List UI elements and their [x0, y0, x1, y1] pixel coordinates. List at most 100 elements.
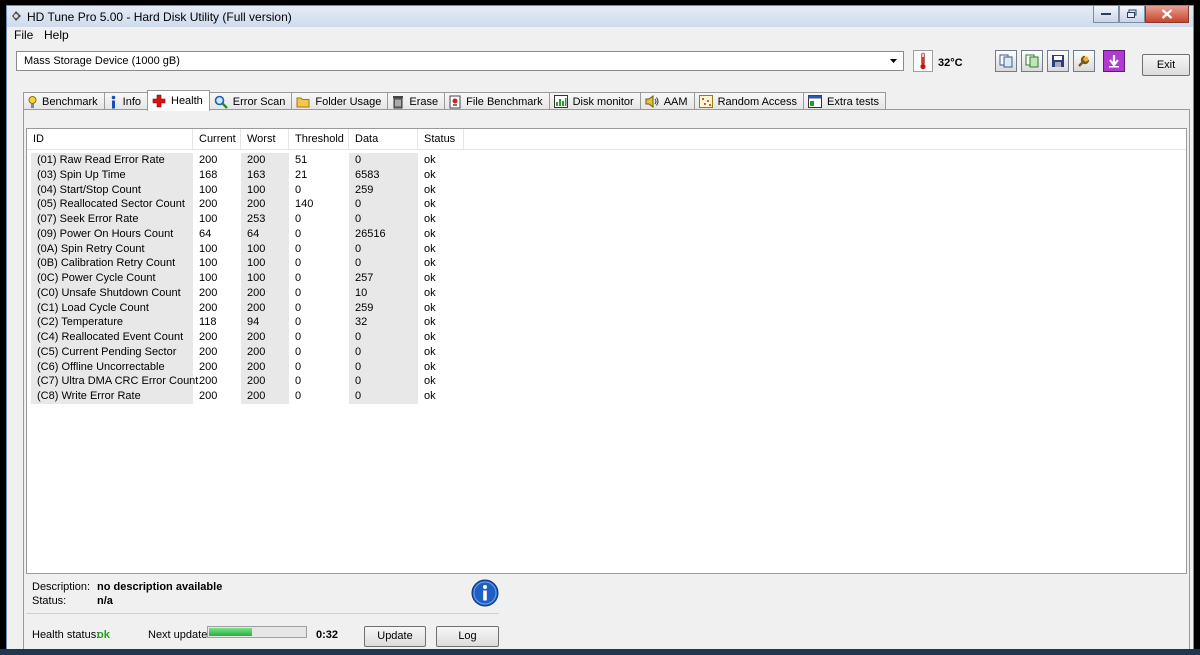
table-row[interactable]: (C4) Reallocated Event Count 200 200 0 0 ok: [27, 330, 1186, 345]
minimize-button[interactable]: [1093, 6, 1119, 23]
column-header-status[interactable]: Status: [418, 129, 464, 149]
table-row[interactable]: (C2) Temperature 118 94 0 32 ok: [27, 315, 1186, 331]
table-row[interactable]: (03) Spin Up Time 168 163 21 6583 ok: [27, 167, 1186, 183]
cell-data: 32: [349, 315, 418, 331]
cell-status: ok: [424, 272, 436, 284]
table-row[interactable]: (07) Seek Error Rate 100 253 0 0 ok: [27, 212, 1186, 227]
exit-button[interactable]: Exit: [1142, 54, 1190, 76]
restore-button[interactable]: [1119, 6, 1145, 23]
tab-file-benchmark[interactable]: File Benchmark: [444, 92, 550, 110]
cell-current: 200: [199, 375, 218, 388]
table-row[interactable]: (C7) Ultra DMA CRC Error Count 200 200 0 0 ok: [27, 374, 1186, 390]
table-row[interactable]: (0C) Power Cycle Count 100 100 0 257 ok: [27, 271, 1186, 286]
tab-label: Folder Usage: [315, 95, 382, 108]
table-row[interactable]: (0B) Calibration Retry Count 100 100 0 0 ok: [27, 256, 1186, 272]
tab-error-scan[interactable]: Error Scan: [208, 92, 293, 110]
cell-worst: 200: [241, 197, 289, 213]
trash-icon: [393, 95, 404, 108]
cell-current: 64: [199, 227, 212, 240]
column-header-data[interactable]: Data: [349, 129, 418, 149]
tab-disk-monitor[interactable]: Disk monitor: [548, 92, 641, 110]
cell-status: ok: [424, 154, 436, 166]
table-row[interactable]: (C6) Offline Uncorrectable 200 200 0 0 ok: [27, 359, 1186, 375]
cell-status: ok: [424, 198, 436, 211]
cell-id: (C4) Reallocated Event Count: [31, 330, 193, 345]
cell-worst: 94: [241, 315, 289, 331]
temperature-value: 32°C: [938, 57, 963, 69]
tab-folder-usage[interactable]: Folder Usage: [291, 92, 389, 110]
menu-file[interactable]: File: [14, 28, 33, 42]
cell-id: (C6) Offline Uncorrectable: [31, 359, 193, 375]
cell-id: (C0) Unsafe Shutdown Count: [31, 285, 193, 301]
cell-data: 0: [349, 374, 418, 390]
cell-current: 200: [199, 154, 218, 166]
table-row[interactable]: (C5) Current Pending Sector 200 200 0 0 ok: [27, 344, 1186, 360]
cell-status: ok: [424, 168, 436, 181]
tab-aam[interactable]: AAM: [639, 92, 695, 110]
cell-threshold: 0: [295, 331, 302, 343]
thermometer-icon: [920, 52, 926, 70]
smart-attributes-table[interactable]: ID Current Worst Threshold Data Status (…: [26, 128, 1187, 574]
divider: [26, 613, 499, 614]
table-row[interactable]: (C0) Unsafe Shutdown Count 200 200 0 10 ok: [27, 285, 1186, 301]
minimize-to-tray-button[interactable]: [1103, 50, 1125, 72]
column-header-current[interactable]: Current: [193, 129, 241, 149]
table-row[interactable]: (C1) Load Cycle Count 200 200 0 259 ok: [27, 300, 1186, 316]
save-button[interactable]: [1047, 50, 1069, 72]
cell-threshold: 0: [295, 390, 302, 402]
table-row[interactable]: (01) Raw Read Error Rate 200 200 51 0 ok: [27, 153, 1186, 168]
close-button[interactable]: [1145, 6, 1189, 23]
cell-id: (0B) Calibration Retry Count: [31, 256, 193, 272]
table-row[interactable]: (C8) Write Error Rate 200 200 0 0 ok: [27, 389, 1186, 404]
cell-id: (04) Start/Stop Count: [31, 182, 193, 198]
options-button[interactable]: [1073, 50, 1095, 72]
cell-worst: 253: [241, 212, 289, 227]
details-area: Description: no description available St…: [26, 575, 1187, 650]
cell-threshold: 0: [295, 257, 302, 270]
cell-threshold: 0: [295, 242, 302, 255]
cell-status: ok: [424, 227, 436, 240]
app-window: HD Tune Pro 5.00 - Hard Disk Utility (Fu…: [6, 5, 1194, 655]
log-button[interactable]: Log: [436, 626, 499, 647]
copy-screenshot-button[interactable]: [1021, 50, 1043, 72]
title-bar[interactable]: HD Tune Pro 5.00 - Hard Disk Utility (Fu…: [7, 6, 1193, 27]
column-header-id[interactable]: ID: [27, 129, 193, 149]
status-value: n/a: [97, 595, 113, 607]
table-row[interactable]: (05) Reallocated Sector Count 200 200 140 0 o…: [27, 197, 1186, 213]
menu-help[interactable]: Help: [44, 28, 69, 42]
description-value: no description available: [97, 581, 223, 593]
table-row[interactable]: (0A) Spin Retry Count 100 100 0 0 ok: [27, 241, 1186, 257]
cell-status: ok: [424, 345, 436, 358]
table-row[interactable]: (09) Power On Hours Count 64 64 0 26516 ok: [27, 226, 1186, 242]
tab-label: Error Scan: [232, 95, 286, 108]
column-header-worst[interactable]: Worst: [241, 129, 289, 149]
cell-id: (01) Raw Read Error Rate: [31, 153, 193, 168]
health-status-value: ok: [97, 629, 110, 641]
tab-label: File Benchmark: [466, 95, 543, 108]
tab-erase[interactable]: Erase: [387, 92, 446, 110]
table-row[interactable]: (04) Start/Stop Count 100 100 0 259 ok: [27, 182, 1186, 198]
update-button[interactable]: Update: [364, 626, 426, 647]
cell-status: ok: [424, 257, 436, 270]
device-dropdown[interactable]: Mass Storage Device (1000 gB): [16, 51, 904, 71]
tab-extra-tests[interactable]: Extra tests: [803, 92, 887, 110]
tab-info[interactable]: Info: [103, 92, 148, 110]
copy-image-icon: [1025, 54, 1039, 68]
status-label: Status:: [32, 595, 67, 607]
health-panel: ID Current Worst Threshold Data Status (…: [23, 109, 1190, 654]
tab-label: Benchmark: [42, 95, 98, 108]
cell-data: 0: [349, 153, 418, 168]
cell-worst: 200: [241, 389, 289, 404]
tab-benchmark[interactable]: Benchmark: [23, 92, 105, 110]
info-icon: [111, 95, 115, 108]
cell-data: 259: [349, 300, 418, 316]
copy-text-button[interactable]: [995, 50, 1017, 72]
tab-random-access[interactable]: Random Access: [693, 92, 805, 110]
cell-status: ok: [424, 183, 436, 196]
column-header-threshold[interactable]: Threshold: [289, 129, 349, 149]
info-circle-icon[interactable]: [471, 579, 499, 607]
tab-health[interactable]: Health: [147, 90, 210, 111]
benchmark-icon: [28, 95, 37, 108]
random-access-icon: [698, 95, 713, 108]
cell-current: 200: [199, 345, 218, 358]
